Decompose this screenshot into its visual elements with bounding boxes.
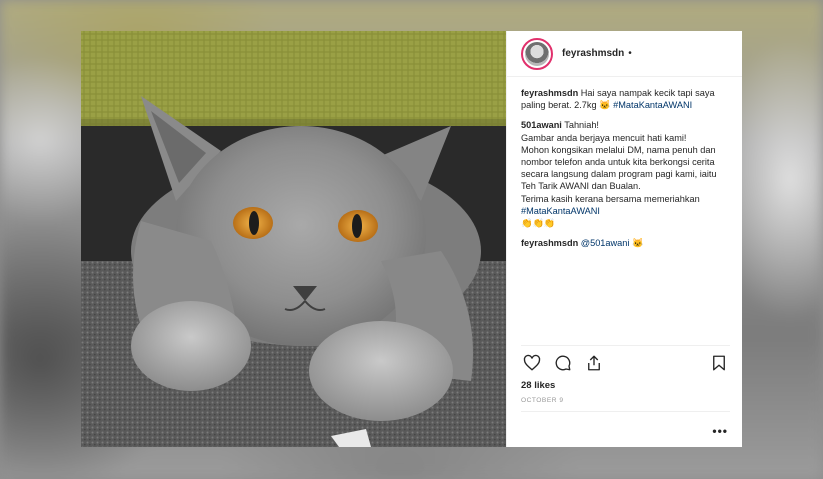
mention-comment: feyrashmsdn @501awani 🐱 xyxy=(521,237,730,249)
reply-line-4: Terima kasih kerana bersama memeriahkan xyxy=(521,193,700,204)
mention-emoji: 🐱 xyxy=(632,238,644,249)
actions-divider xyxy=(521,345,730,346)
mention-handle[interactable]: @501awani xyxy=(581,238,630,248)
comment-icon[interactable] xyxy=(552,352,574,374)
caption-username[interactable]: feyrashmsdn xyxy=(521,88,578,98)
reply-username[interactable]: 501awani xyxy=(521,120,562,130)
mention-username[interactable]: feyrashmsdn xyxy=(521,238,578,248)
more-options-icon[interactable]: ••• xyxy=(712,424,728,438)
heart-icon[interactable] xyxy=(521,352,543,374)
post-side-panel: feyrashmsdn • feyrashmsdn Hai saya nampa… xyxy=(506,31,742,447)
comments-list: feyrashmsdn Hai saya nampak kecik tapi s… xyxy=(507,77,742,249)
likes-count[interactable]: 28 likes xyxy=(521,380,555,391)
reply-comment: 501awani Tahniah! Gambar anda berjaya me… xyxy=(521,119,730,229)
header-dot: • xyxy=(628,48,632,59)
reply-line-1: Tahniah! xyxy=(564,120,599,131)
action-bar xyxy=(521,351,730,375)
caption-hashtag[interactable]: #MataKantaAWANI xyxy=(613,100,692,110)
share-icon[interactable] xyxy=(583,352,605,374)
avatar-image xyxy=(525,41,549,66)
post-date: OCTOBER 9 xyxy=(521,397,564,404)
footer-divider xyxy=(521,411,730,412)
reply-line-2: Gambar anda berjaya mencuit hati kami! xyxy=(521,132,687,143)
reply-line-3: Mohon kongsikan melalui DM, nama penuh d… xyxy=(521,144,717,192)
post-username[interactable]: feyrashmsdn xyxy=(562,48,624,59)
clap-emoji: 👏👏👏 xyxy=(521,218,556,229)
instagram-post: feyrashmsdn • feyrashmsdn Hai saya nampa… xyxy=(81,31,742,447)
caption-comment: feyrashmsdn Hai saya nampak kecik tapi s… xyxy=(521,87,730,111)
post-header: feyrashmsdn • xyxy=(507,31,742,77)
avatar[interactable] xyxy=(521,37,553,70)
reply-hashtag[interactable]: #MataKantaAWANI xyxy=(521,205,730,217)
bookmark-icon[interactable] xyxy=(708,352,730,374)
post-photo xyxy=(81,31,506,447)
